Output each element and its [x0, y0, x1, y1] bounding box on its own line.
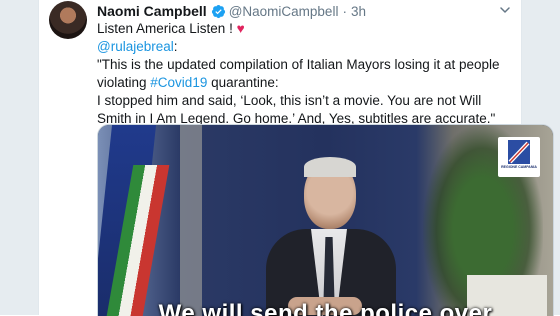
display-name[interactable]: Naomi Campbell: [97, 3, 207, 19]
tweet-line-3: "This is the updated compilation of Ital…: [97, 57, 500, 90]
region-logo: REGIONE CAMPANIA: [498, 137, 540, 177]
region-crest-icon: [508, 140, 530, 164]
left-gutter: [0, 0, 38, 315]
verified-badge-icon: [211, 4, 225, 18]
heart-icon: ♥: [236, 21, 245, 36]
author-handle[interactable]: @NaomiCampbell: [229, 4, 339, 19]
video-subtitle: We will send the police over: [158, 300, 493, 316]
tweet-timestamp[interactable]: 3h: [351, 4, 366, 19]
header-separator: ·: [342, 3, 347, 19]
speaker-hair: [304, 157, 356, 177]
chevron-down-icon[interactable]: [497, 2, 513, 18]
tweet-line-1: Listen America Listen ! ♥: [97, 21, 245, 36]
pillar: [180, 125, 202, 316]
mention-link[interactable]: @rulajebreal: [97, 39, 174, 54]
tweet-line-4: I stopped him and said, ‘Look, this isn’…: [97, 93, 496, 126]
region-logo-caption: REGIONE CAMPANIA: [501, 165, 537, 169]
tweet-line-2: @rulajebreal:: [97, 39, 178, 54]
tweet-text: Listen America Listen ! ♥ @rulajebreal: …: [97, 20, 517, 128]
tweet-card[interactable]: Naomi Campbell @NaomiCampbell · 3h Liste…: [38, 0, 554, 316]
tweet-header: Naomi Campbell @NaomiCampbell · 3h: [97, 2, 366, 20]
video-player[interactable]: REGIONE CAMPANIA We will send the police…: [97, 124, 554, 316]
avatar[interactable]: [49, 1, 87, 39]
hashtag-link[interactable]: #Covid19: [150, 75, 207, 90]
